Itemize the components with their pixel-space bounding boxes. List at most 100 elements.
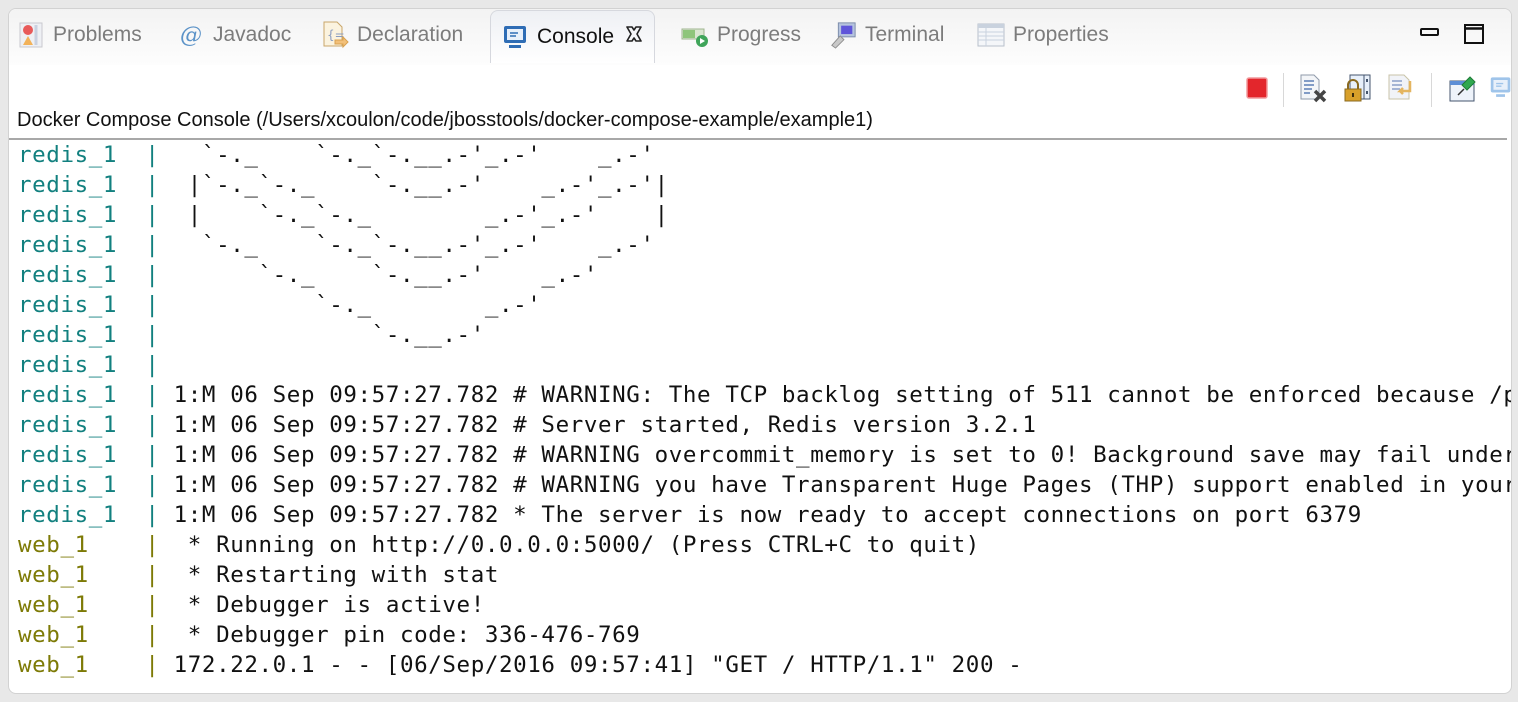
log-text: `-._ _.-' [173,292,542,318]
console-line: redis_1 | 1:M 06 Sep 09:57:27.782 * The … [18,500,1511,530]
service-name: redis_1 [18,172,118,198]
console-line: redis_1 | `-._ _.-' [18,290,1511,320]
log-text: 1:M 06 Sep 09:57:27.782 # WARNING overco… [173,442,1512,468]
console-line: redis_1 | 1:M 06 Sep 09:57:27.782 # WARN… [18,440,1512,470]
console-line: redis_1 | `-.__.-' [18,320,1511,350]
remove-launch-button[interactable] [1297,71,1329,105]
service-name: web_1 [18,652,89,678]
log-text: `-._ `-._`-.__.-'_.-' _.-' [173,232,655,258]
separator: | [117,352,174,378]
console-line: web_1 | 172.22.0.1 - - [06/Sep/2016 09:5… [18,650,1511,680]
service-name: redis_1 [18,412,118,438]
separator: | [117,232,174,258]
separator: | [117,412,174,438]
separator: | [88,652,174,678]
tab-label: Declaration [357,23,464,46]
separator: | [88,562,174,588]
separator: | [117,322,174,348]
console-line: redis_1 | |`-._`-._ `-.__.-' _.-'_.-'| [18,170,1511,200]
console-line: web_1 | * Restarting with stat [18,560,1511,590]
tab-progress[interactable]: Progress [681,9,801,61]
service-name: redis_1 [18,472,118,498]
tab-label: Console [537,25,615,48]
tab-declaration[interactable]: {= Declaration [321,9,463,61]
service-name: redis_1 [18,142,118,168]
tab-label: Javadoc [213,23,292,46]
separator: | [88,622,174,648]
toolbar-separator [1431,73,1432,107]
tab-problems[interactable]: Problems [17,9,142,61]
service-name: redis_1 [18,202,118,228]
console-line: redis_1 | 1:M 06 Sep 09:57:27.782 # WARN… [18,380,1512,410]
separator: | [88,592,174,618]
console-line: redis_1 | `-._ `-._`-.__.-'_.-' _.-' [18,140,1511,170]
tab-label: Progress [717,23,802,46]
maximize-icon[interactable] [1459,19,1489,49]
log-text: |`-._`-._ `-.__.-' _.-'_.-'| [173,172,669,198]
progress-icon [681,21,709,49]
service-name: web_1 [18,592,89,618]
problems-icon [17,21,45,49]
tab-console[interactable]: Console [490,10,656,63]
properties-icon [977,21,1005,49]
console-view-panel: Problems @ Javadoc {= Declaration Consol… [8,8,1512,694]
console-line: redis_1 | | `-._`-._ _.-'_.-' | [18,200,1511,230]
log-text: `-._ `-.__.-' _.-' [173,262,599,288]
console-toolbar [1111,71,1511,111]
log-text: * Debugger pin code: 336-476-769 [173,622,641,648]
separator: | [117,202,174,228]
minimize-icon[interactable] [1415,19,1445,49]
separator: | [117,262,174,288]
tab-label: Properties [1013,23,1109,46]
console-line: redis_1 | [18,350,1511,380]
service-name: redis_1 [18,352,118,378]
console-line: redis_1 | 1:M 06 Sep 09:57:27.782 # WARN… [18,470,1511,500]
log-text: * Debugger is active! [173,592,485,618]
pin-console-button[interactable] [1447,71,1479,105]
console-line: redis_1 | 1:M 06 Sep 09:57:27.782 # Serv… [18,410,1511,440]
separator: | [117,472,174,498]
service-name: redis_1 [18,382,118,408]
log-text: * Restarting with stat [173,562,499,588]
console-icon [501,23,529,51]
tab-properties[interactable]: Properties [977,9,1109,61]
javadoc-at-icon: @ [180,22,202,48]
service-name: web_1 [18,532,89,558]
terminate-button[interactable] [1241,71,1273,105]
service-name: web_1 [18,562,89,588]
log-text: `-._ `-._`-.__.-'_.-' _.-' [173,142,655,168]
toolbar-separator [1283,73,1284,107]
console-line: web_1 | * Running on http://0.0.0.0:5000… [18,530,1511,560]
separator: | [117,142,174,168]
tab-label: Problems [53,23,142,46]
console-output[interactable]: redis_1 | `-._ `-._`-.__.-'_.-' _.-' redi… [18,140,1512,693]
declaration-icon: {= [321,21,349,49]
service-name: redis_1 [18,292,118,318]
tab-javadoc[interactable]: @ Javadoc [177,9,291,61]
close-icon[interactable] [624,24,644,50]
log-text: * Running on http://0.0.0.0:5000/ (Press… [173,532,980,558]
tab-terminal[interactable]: Terminal [829,9,944,61]
console-title: Docker Compose Console (/Users/xcoulon/c… [17,109,873,131]
separator: | [117,502,174,528]
separator: | [117,292,174,318]
separator: | [88,532,174,558]
display-console-button[interactable] [1489,71,1511,105]
tab-label: Terminal [865,23,945,46]
console-line: redis_1 | `-._ `-.__.-' _.-' [18,260,1511,290]
log-text: 1:M 06 Sep 09:57:27.782 # WARNING: The T… [173,382,1512,408]
service-name: redis_1 [18,262,118,288]
log-text: `-.__.-' [173,322,485,348]
view-tab-bar: Problems @ Javadoc {= Declaration Consol… [9,9,1511,65]
console-line: web_1 | * Debugger is active! [18,590,1511,620]
service-name: redis_1 [18,322,118,348]
console-line: redis_1 | `-._ `-._`-.__.-'_.-' _.-' [18,230,1511,260]
separator: | [117,442,174,468]
service-name: web_1 [18,622,89,648]
console-line: web_1 | * Debugger pin code: 336-476-769 [18,620,1511,650]
word-wrap-button[interactable] [1385,71,1417,105]
service-name: redis_1 [18,232,118,258]
log-text: 172.22.0.1 - - [06/Sep/2016 09:57:41] "G… [173,652,1023,678]
log-text: 1:M 06 Sep 09:57:27.782 # Server started… [173,412,1037,438]
scroll-lock-button[interactable] [1341,71,1373,105]
